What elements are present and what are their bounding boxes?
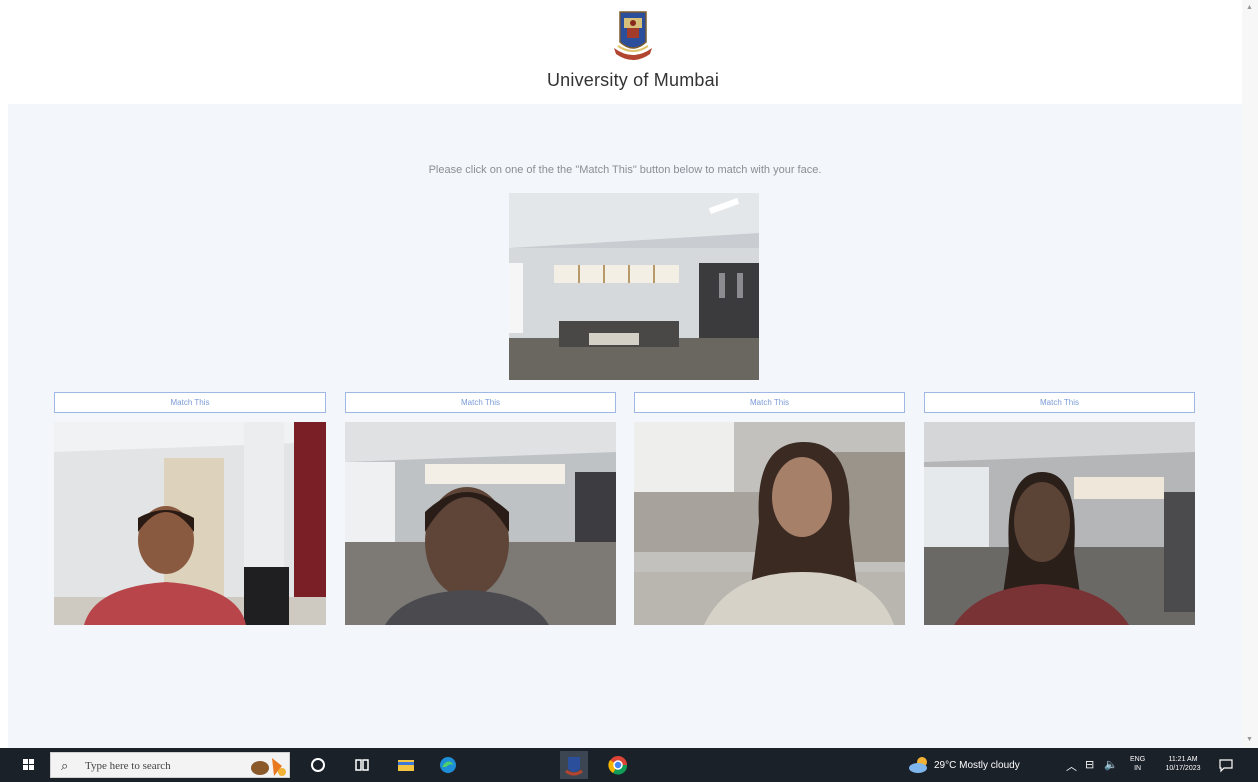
page: University of Mumbai Please click on one… <box>0 0 1258 782</box>
scroll-down-arrow-icon[interactable]: ▼ <box>1246 736 1253 743</box>
university-app-icon[interactable] <box>560 751 588 779</box>
clock-date: 10/17/2023 <box>1165 765 1201 772</box>
windows-logo-icon <box>23 759 34 770</box>
edge-browser-icon[interactable] <box>436 753 460 777</box>
reference-webcam-photo <box>509 193 759 380</box>
taskbar-search-box[interactable]: ⌕ Type here to search <box>50 752 290 778</box>
system-clock[interactable]: 11:21 AM 10/17/2023 <box>1155 755 1211 773</box>
windows-taskbar: ⌕ Type here to search 29°C Mostly cloudy… <box>0 748 1258 782</box>
candidate-photo-2 <box>345 422 616 625</box>
keyboard-region: IN <box>1134 765 1142 772</box>
language-code: ENG <box>1130 756 1146 763</box>
language-indicator[interactable]: ENG IN <box>1130 755 1145 773</box>
candidate-photo-1 <box>54 422 326 625</box>
instruction-text: Please click on one of the the "Match Th… <box>428 164 822 176</box>
show-hidden-icons-chevron-icon[interactable]: ︿ <box>1066 758 1077 774</box>
candidate-photo-3 <box>634 422 905 625</box>
clock-time: 11:21 AM <box>1168 756 1198 763</box>
page-title: University of Mumbai <box>546 70 720 90</box>
match-this-button-3[interactable]: Match This <box>634 392 905 413</box>
search-highlight-icon <box>251 758 286 776</box>
network-icon[interactable]: ⊟ <box>1085 758 1094 771</box>
task-view-icon[interactable] <box>350 753 374 777</box>
file-explorer-icon[interactable] <box>394 753 418 777</box>
weather-cloudy-icon[interactable] <box>908 756 930 774</box>
volume-icon[interactable]: 🔈 <box>1104 758 1118 771</box>
page-scrollbar[interactable]: ▲ ▼ <box>1242 0 1258 748</box>
search-placeholder: Type here to search <box>85 760 171 772</box>
cortana-icon[interactable] <box>306 753 330 777</box>
match-this-button-2[interactable]: Match This <box>345 392 616 413</box>
header: University of Mumbai <box>8 0 1242 104</box>
candidate-photo-4 <box>924 422 1195 625</box>
face-match-panel: Please click on one of the the "Match Th… <box>8 104 1242 748</box>
notifications-icon[interactable] <box>1218 757 1234 773</box>
weather-text[interactable]: 29°C Mostly cloudy <box>934 760 1020 771</box>
scroll-up-arrow-icon[interactable]: ▲ <box>1246 4 1253 11</box>
search-icon: ⌕ <box>61 758 69 773</box>
match-this-button-1[interactable]: Match This <box>54 392 326 413</box>
start-button[interactable] <box>8 748 48 782</box>
university-logo <box>608 8 658 66</box>
chrome-browser-icon[interactable] <box>606 753 630 777</box>
match-this-button-4[interactable]: Match This <box>924 392 1195 413</box>
